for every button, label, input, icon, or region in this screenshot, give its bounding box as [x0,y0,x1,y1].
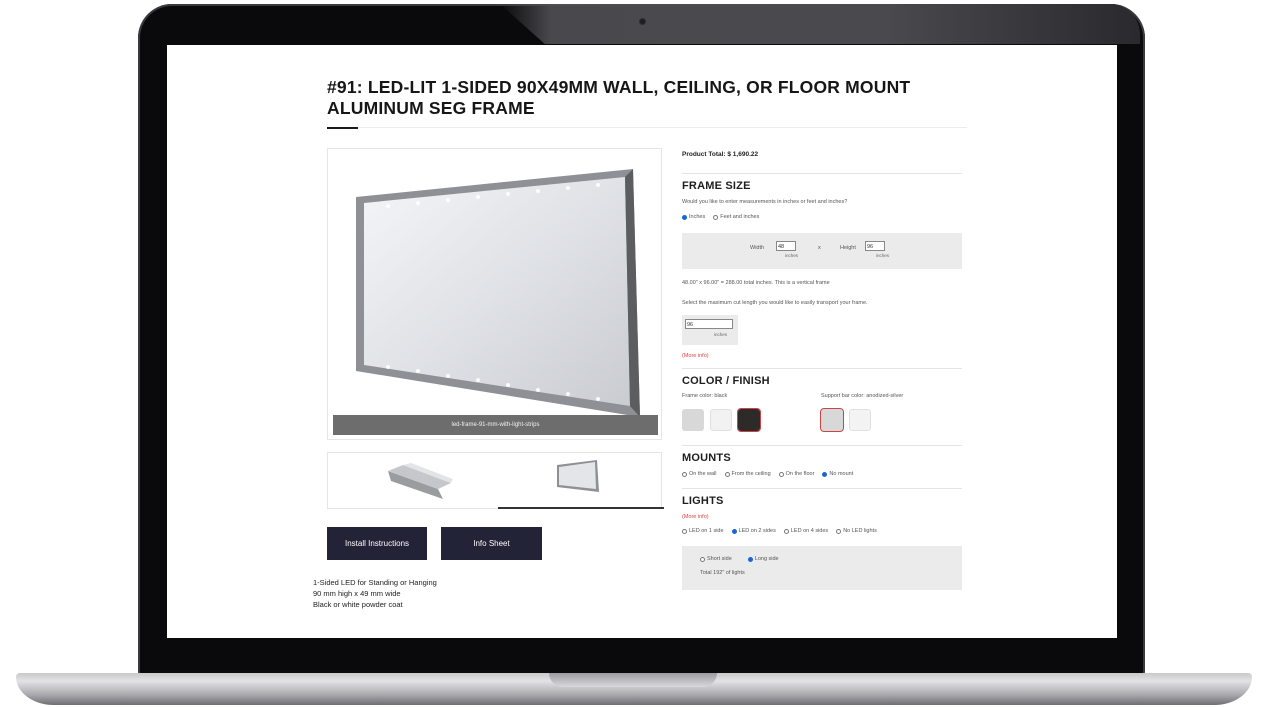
thumbnail-frame[interactable] [553,458,603,494]
unit-question: Would you like to enter measurements in … [682,199,848,205]
info-sheet-button[interactable]: Info Sheet [441,527,542,560]
radio-selected-icon [747,556,753,562]
radio-no-led[interactable]: No LED lights [836,528,877,534]
divider [682,445,962,446]
support-swatch-white[interactable] [849,409,871,431]
more-info-link[interactable]: (More info) [682,353,709,359]
thumbnail-extrusion[interactable] [383,461,453,501]
radio-inches[interactable]: Inches [682,214,705,220]
height-input[interactable]: 96 [865,241,885,251]
color-finish-heading: COLOR / FINISH [682,375,770,387]
mounts-heading: MOUNTS [682,452,731,464]
radio-long-side[interactable]: Long side [747,556,779,562]
thumbnail-active-indicator [498,507,664,509]
frame-size-heading: FRAME SIZE [682,180,751,192]
divider [682,488,962,489]
radio-no-mount[interactable]: No mount [822,471,853,477]
divider [682,173,962,174]
radio-empty-icon [682,471,687,477]
product-title: #91: LED-LIT 1-SIDED 90X49MM WALL, CEILI… [327,77,911,118]
laptop-notch [549,673,717,687]
radio-selected-icon [682,214,687,220]
cut-length-prompt: Select the maximum cut length you would … [682,300,868,306]
radio-empty-icon [778,471,784,477]
width-unit: inches [785,253,799,258]
cut-length-box: 96 inches [682,315,738,345]
frame-color-label: Frame color: black [682,393,728,399]
camera-icon [640,19,645,24]
radio-led-1-side[interactable]: LED on 1 side [682,528,724,534]
radio-empty-icon [836,528,842,534]
radio-feet-inches[interactable]: Feet and inches [713,214,759,220]
light-side-box: Short side Long side Total 192" of light… [682,546,962,590]
light-side-options: Short side Long side [700,556,779,562]
lights-total: Total 192" of lights [700,570,745,576]
lights-options: LED on 1 side LED on 2 sides LED on 4 si… [682,528,877,534]
times-sign: x [818,245,821,251]
cut-length-unit: inches [714,332,728,337]
radio-on-floor[interactable]: On the floor [778,471,814,477]
size-summary: 48.00" x 96.00" = 288.00 total inches. T… [682,280,830,286]
image-caption: led-frame-91-mm-with-light-strips [333,415,658,435]
lid-reflection [500,4,1140,44]
width-input[interactable]: 48 [776,241,796,251]
feature-list: 1-Sided LED for Standing or Hanging 90 m… [313,577,437,610]
radio-empty-icon [713,214,719,220]
thumbnail-strip [327,452,664,509]
radio-selected-icon [731,528,737,534]
dimensions-box: Width 48 inches x Height 96 inches [682,233,962,269]
cut-length-input[interactable]: 96 [685,319,733,329]
lights-heading: LIGHTS [682,495,724,507]
unit-options: Inches Feet and inches [682,214,759,220]
radio-from-ceiling[interactable]: From the ceiling [724,471,771,477]
height-label: Height [840,245,856,251]
mount-options: On the wall From the ceiling On the floo… [682,471,853,477]
led-frame-image [356,169,640,417]
product-main-image[interactable]: led-frame-91-mm-with-light-strips [327,148,662,440]
radio-empty-icon [783,528,789,534]
radio-selected-icon [822,471,828,477]
radio-empty-icon [724,471,730,477]
laptop-mockup: #91: LED-LIT 1-SIDED 90X49MM WALL, CEILI… [0,0,1266,707]
swatch-white[interactable] [710,409,732,431]
swatch-silver[interactable] [682,409,704,431]
radio-on-wall[interactable]: On the wall [682,471,717,477]
radio-empty-icon [700,556,705,562]
swatch-black-selected[interactable] [737,408,761,432]
title-accent-bar [327,127,358,129]
radio-short-side[interactable]: Short side [700,556,732,562]
laptop-screen: #91: LED-LIT 1-SIDED 90X49MM WALL, CEILI… [167,45,1117,638]
feature-item: Black or white powder coat [313,600,403,609]
product-total: Product Total: $ 1,690.22 [682,151,759,158]
feature-item: 90 mm high x 49 mm wide [313,589,401,598]
radio-led-2-sides[interactable]: LED on 2 sides [731,528,776,534]
radio-led-4-sides[interactable]: LED on 4 sides [783,528,828,534]
divider [682,368,962,369]
title-divider [327,127,967,128]
support-swatch-silver-selected[interactable] [820,408,844,432]
width-label: Width [750,245,765,251]
lights-more-info-link[interactable]: (More info) [682,514,709,520]
height-unit: inches [876,253,890,258]
radio-empty-icon [682,528,687,534]
feature-item: 1-Sided LED for Standing or Hanging [313,578,437,587]
install-instructions-button[interactable]: Install Instructions [327,527,427,560]
support-color-label: Support bar color: anodized-silver [821,393,904,399]
